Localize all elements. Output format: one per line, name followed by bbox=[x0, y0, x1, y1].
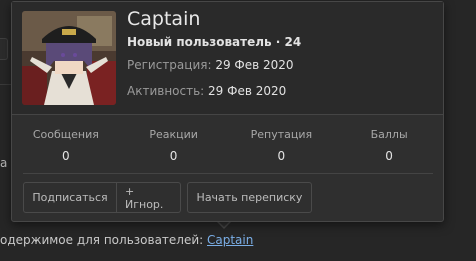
stat-points: Баллы 0 bbox=[335, 116, 443, 172]
background-button-edge bbox=[0, 38, 8, 60]
ignore-button[interactable]: + Игнор. bbox=[117, 182, 181, 213]
stat-label: Реакции bbox=[149, 128, 198, 141]
stat-reactions: Реакции 0 bbox=[120, 116, 228, 172]
stats-divider bbox=[23, 173, 433, 174]
activity-info: Активность: 29 Фев 2020 bbox=[127, 84, 286, 98]
stat-label: Сообщения bbox=[32, 128, 99, 141]
post-restriction-notice: одержимое для пользователей: Captain bbox=[0, 233, 253, 247]
stat-value: 0 bbox=[385, 149, 393, 163]
registration-label: Регистрация: bbox=[127, 58, 216, 72]
stat-reputation: Репутация 0 bbox=[228, 116, 336, 172]
stat-value: 0 bbox=[62, 149, 70, 163]
member-role: Новый пользователь · 24 bbox=[127, 35, 302, 49]
member-actions: Подписаться + Игнор. Начать переписку bbox=[23, 182, 312, 213]
follow-ignore-group: Подписаться + Игнор. bbox=[23, 182, 181, 213]
member-name[interactable]: Captain bbox=[127, 8, 200, 30]
member-tooltip-header: Captain Новый пользователь · 24 Регистра… bbox=[12, 2, 443, 115]
registration-date: 29 Фев 2020 bbox=[215, 58, 294, 72]
avatar[interactable] bbox=[22, 11, 116, 105]
activity-label: Активность: bbox=[127, 84, 209, 98]
stat-label: Репутация bbox=[250, 128, 313, 141]
stat-value: 0 bbox=[169, 149, 178, 163]
username-link[interactable]: Captain bbox=[207, 233, 253, 247]
member-tooltip: Captain Новый пользователь · 24 Регистра… bbox=[11, 1, 444, 222]
stat-label: Баллы bbox=[370, 128, 408, 141]
follow-button[interactable]: Подписаться bbox=[23, 182, 117, 213]
activity-date: 29 Фев 2020 bbox=[208, 84, 287, 98]
registration-info: Регистрация: 29 Фев 2020 bbox=[127, 58, 294, 72]
notice-text: одержимое для пользователей: bbox=[0, 233, 207, 247]
stat-value: 0 bbox=[277, 149, 286, 163]
start-conversation-button[interactable]: Начать переписку bbox=[187, 182, 312, 213]
member-stats: Сообщения 0 Реакции 0 Репутация 0 Баллы … bbox=[12, 116, 443, 172]
stat-messages: Сообщения 0 bbox=[12, 116, 120, 172]
